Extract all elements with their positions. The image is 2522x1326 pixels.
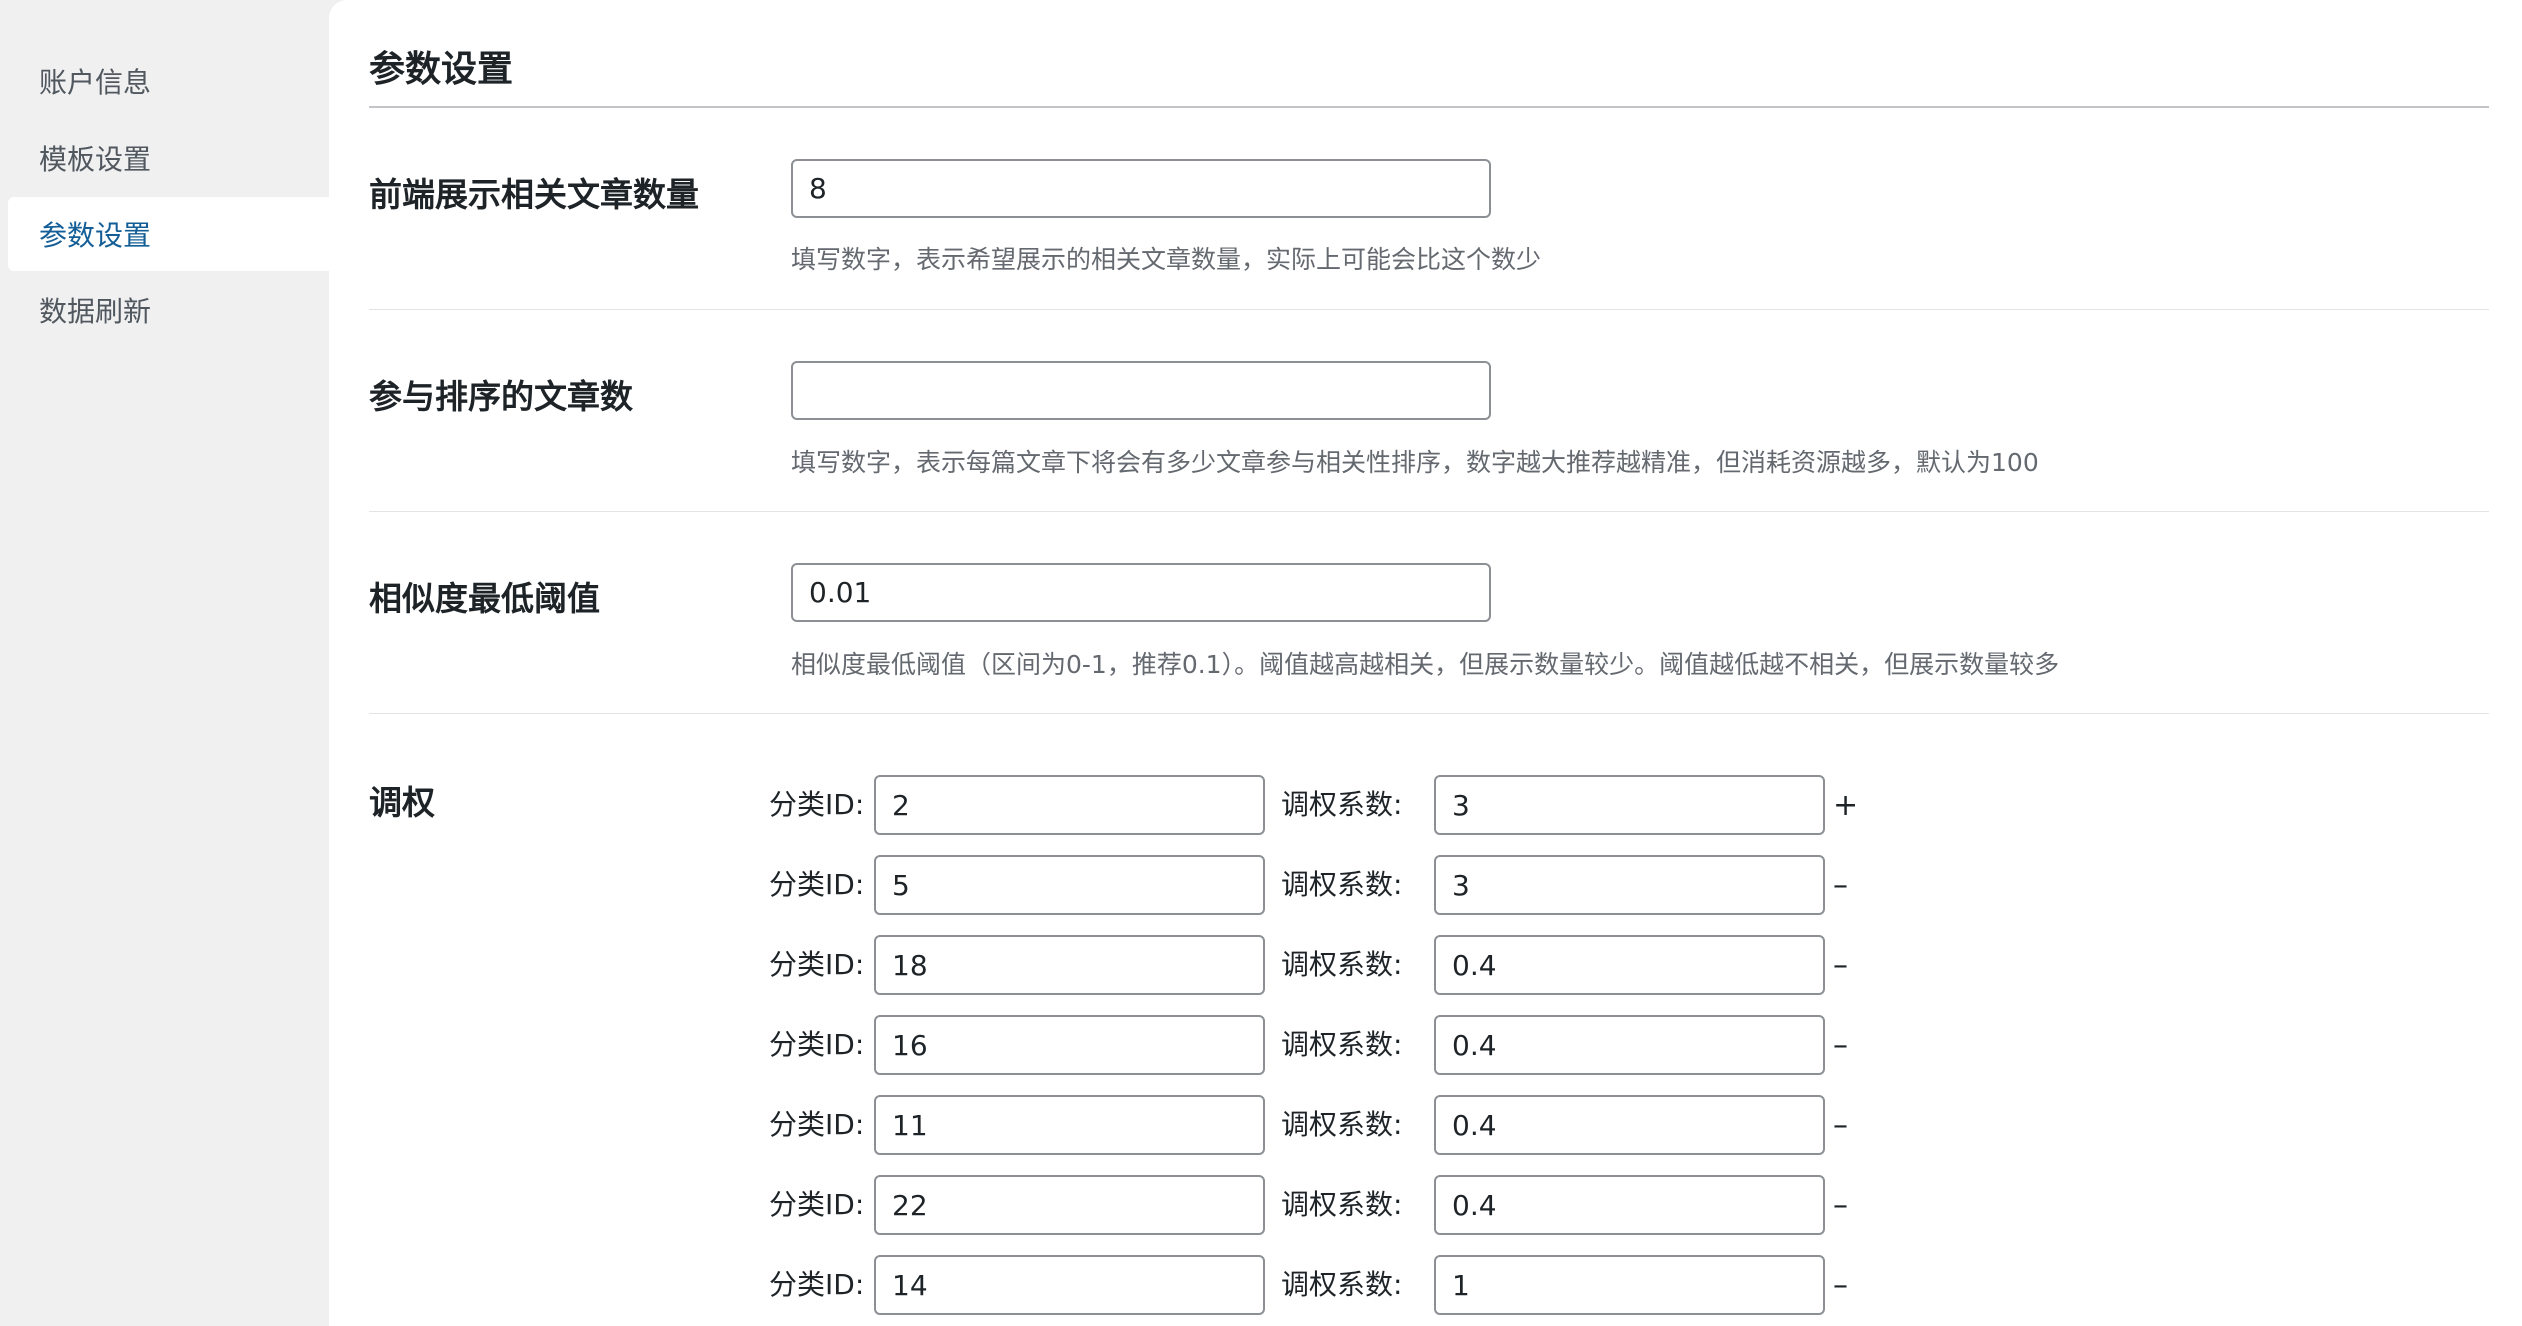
- category-id-input[interactable]: [874, 1015, 1265, 1075]
- category-id-label: 分类ID:: [769, 1108, 865, 1141]
- similarity-threshold-help: 相似度最低阈值（区间为0-1，推荐0.1）。阈值越高越相关，但展示数量较少。阈值…: [791, 650, 2060, 679]
- category-id-label: 分类ID:: [769, 1188, 865, 1221]
- remove-row-button[interactable]: –: [1833, 1095, 1848, 1155]
- category-id-label: 分类ID:: [769, 1028, 865, 1061]
- ranking-count-input[interactable]: [791, 361, 1491, 420]
- remove-row-button[interactable]: –: [1833, 1015, 1848, 1075]
- category-id-label: 分类ID:: [769, 788, 865, 821]
- display-count-help: 填写数字，表示希望展示的相关文章数量，实际上可能会比这个数少: [791, 245, 1542, 274]
- weight-factor-label: 调权系数:: [1281, 788, 1403, 821]
- remove-row-button[interactable]: –: [1833, 1175, 1848, 1235]
- page-title: 参数设置: [369, 49, 514, 90]
- weight-factor-label: 调权系数:: [1281, 868, 1403, 901]
- weight-factor-label: 调权系数:: [1281, 948, 1403, 981]
- remove-row-button[interactable]: –: [1833, 855, 1848, 915]
- sidebar-item-label: 参数设置: [39, 219, 152, 252]
- weight-row: 分类ID: 调权系数: –: [769, 1175, 1869, 1235]
- field-label-ranking-count: 参与排序的文章数: [369, 377, 633, 416]
- weight-row: 分类ID: 调权系数: –: [769, 855, 1869, 915]
- similarity-threshold-input[interactable]: [791, 563, 1491, 622]
- sidebar-item-template-settings[interactable]: 模板设置: [8, 121, 329, 195]
- sidebar-item-parameter-settings[interactable]: 参数设置: [8, 197, 329, 271]
- weight-row: 分类ID: 调权系数: –: [769, 1255, 1869, 1315]
- category-id-label: 分类ID:: [769, 1268, 865, 1301]
- sidebar-item-label: 账户信息: [39, 66, 152, 99]
- add-row-button[interactable]: +: [1833, 775, 1858, 835]
- category-id-input[interactable]: [874, 1175, 1265, 1235]
- category-id-input[interactable]: [874, 855, 1265, 915]
- weight-factor-label: 调权系数:: [1281, 1108, 1403, 1141]
- sidebar-item-label: 模板设置: [39, 143, 152, 176]
- weight-factor-input[interactable]: [1434, 935, 1825, 995]
- settings-panel: 参数设置 前端展示相关文章数量 填写数字，表示希望展示的相关文章数量，实际上可能…: [329, 0, 2522, 1326]
- category-id-label: 分类ID:: [769, 948, 865, 981]
- weight-row: 分类ID: 调权系数: –: [769, 935, 1869, 995]
- weight-factor-input[interactable]: [1434, 855, 1825, 915]
- category-id-label: 分类ID:: [769, 868, 865, 901]
- field-label-display-count: 前端展示相关文章数量: [369, 175, 699, 214]
- display-count-input[interactable]: [791, 159, 1491, 218]
- field-label-similarity-threshold: 相似度最低阈值: [369, 579, 600, 618]
- weight-row: 分类ID: 调权系数: +: [769, 775, 1869, 835]
- remove-row-button[interactable]: –: [1833, 1255, 1848, 1315]
- weight-factor-input[interactable]: [1434, 1255, 1825, 1315]
- ranking-count-help: 填写数字，表示每篇文章下将会有多少文章参与相关性排序，数字越大推荐越精准，但消耗…: [791, 448, 2039, 477]
- category-id-input[interactable]: [874, 1255, 1265, 1315]
- weight-factor-label: 调权系数:: [1281, 1188, 1403, 1221]
- sidebar-item-account-info[interactable]: 账户信息: [8, 44, 329, 118]
- row-divider: [369, 713, 2489, 714]
- weight-factor-label: 调权系数:: [1281, 1028, 1403, 1061]
- weight-row: 分类ID: 调权系数: –: [769, 1015, 1869, 1075]
- weight-row: 分类ID: 调权系数: –: [769, 1095, 1869, 1155]
- category-id-input[interactable]: [874, 775, 1265, 835]
- sidebar-nav: 账户信息 模板设置 参数设置 数据刷新: [0, 0, 329, 1326]
- row-divider: [369, 511, 2489, 512]
- field-label-weights: 调权: [369, 783, 435, 822]
- category-id-input[interactable]: [874, 935, 1265, 995]
- row-divider: [369, 309, 2489, 310]
- remove-row-button[interactable]: –: [1833, 935, 1848, 995]
- sidebar-item-label: 数据刷新: [39, 295, 152, 328]
- title-divider: [369, 106, 2489, 108]
- weight-factor-input[interactable]: [1434, 1175, 1825, 1235]
- weight-factor-input[interactable]: [1434, 1015, 1825, 1075]
- sidebar-item-data-refresh[interactable]: 数据刷新: [8, 273, 329, 347]
- weight-factor-label: 调权系数:: [1281, 1268, 1403, 1301]
- weight-factor-input[interactable]: [1434, 1095, 1825, 1155]
- weight-factor-input[interactable]: [1434, 775, 1825, 835]
- settings-app: 账户信息 模板设置 参数设置 数据刷新 参数设置 前端展示相关文章数量 填写数字…: [0, 0, 2522, 1326]
- category-id-input[interactable]: [874, 1095, 1265, 1155]
